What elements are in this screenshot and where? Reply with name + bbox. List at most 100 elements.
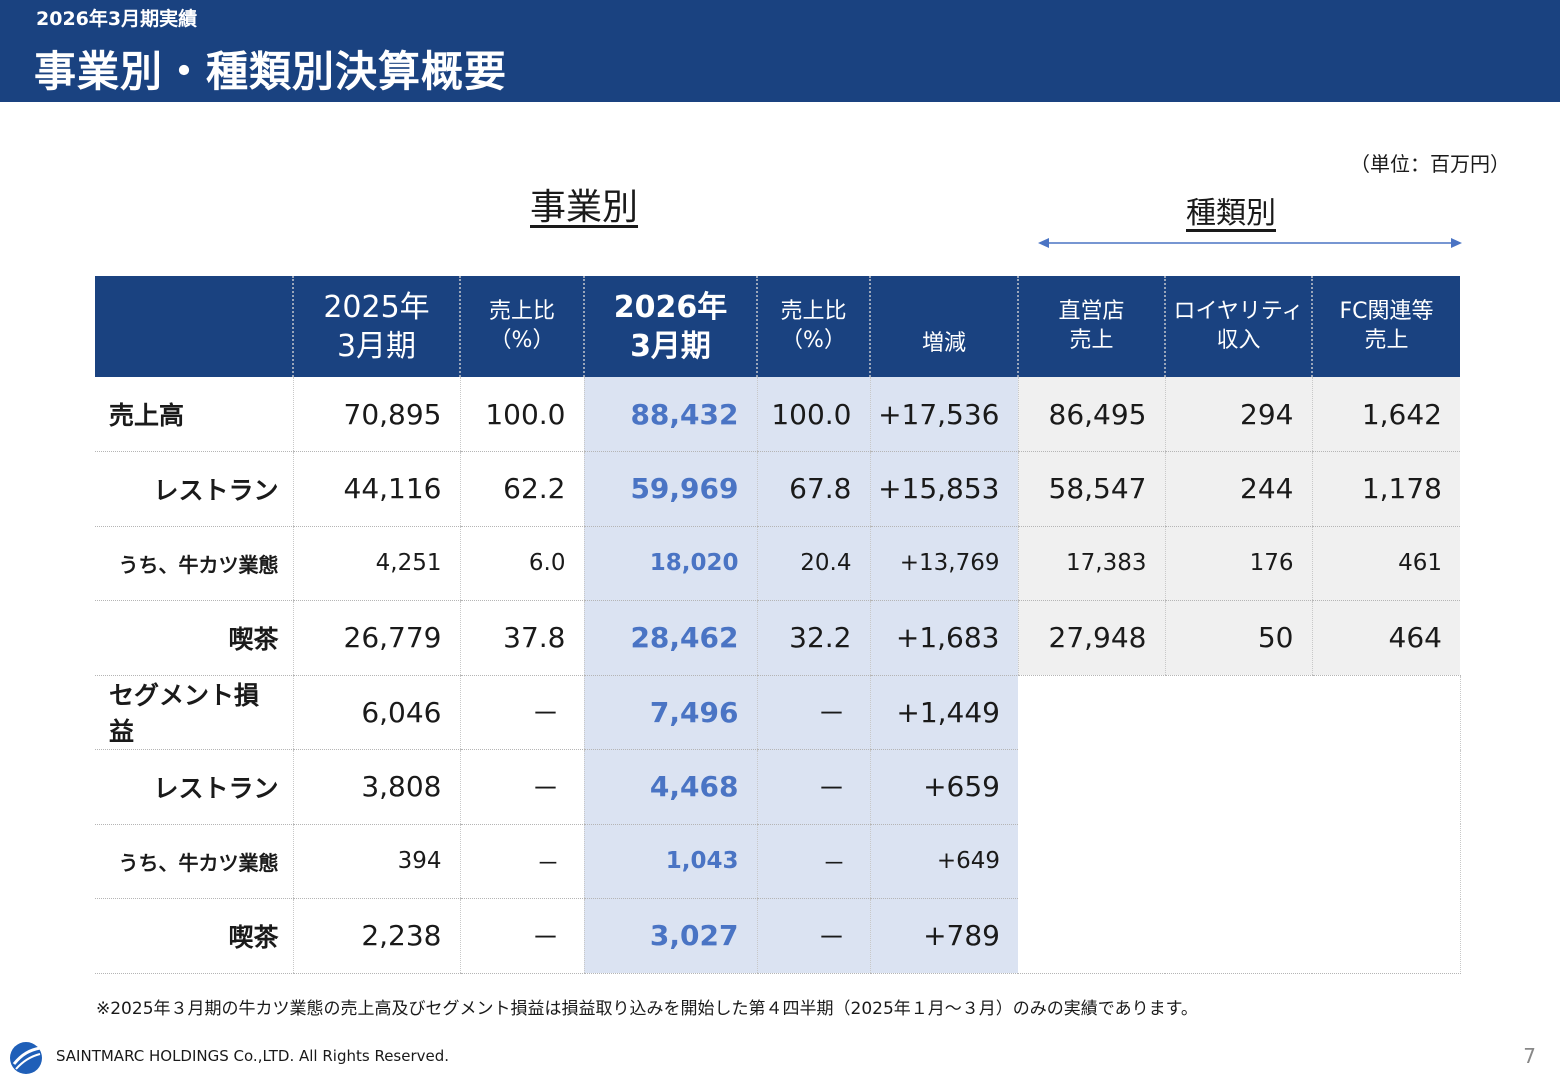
col-header-line: 収入 bbox=[1216, 327, 1261, 353]
header-bar: 2026年3月期実績 事業別・種類別決算概要 bbox=[0, 0, 1560, 102]
table-cell: 26,779 bbox=[292, 600, 460, 676]
unit-label: （単位：百万円） bbox=[1350, 152, 1510, 176]
col-header-line: ロイヤリティ bbox=[1173, 298, 1304, 324]
table-cell: +13,769 bbox=[869, 526, 1018, 601]
table-cell: +1,449 bbox=[869, 675, 1018, 750]
table-cell: 1,642 bbox=[1311, 377, 1460, 452]
row-label: 売上高 bbox=[95, 377, 293, 452]
financial-summary-table: 2025年 3月期 売上比 （%） 2026年 3月期 売上比 （%） 増減 直営店 売上… bbox=[95, 276, 1461, 974]
col-header-ratio-2026: 売上比 （%） bbox=[756, 276, 870, 377]
empty-cell bbox=[1018, 824, 1165, 899]
col-header-royalty: ロイヤリティ 収入 bbox=[1164, 276, 1312, 377]
empty-cell bbox=[1018, 750, 1165, 825]
col-header-change: 増減 bbox=[869, 276, 1018, 377]
table-cell: 4,468 bbox=[583, 749, 757, 825]
table-cell: － bbox=[459, 824, 584, 899]
table-cell: 37.8 bbox=[459, 600, 584, 676]
table-cell: +15,853 bbox=[869, 451, 1018, 527]
table-cell: 44,116 bbox=[292, 451, 460, 527]
section-business-label: 事業別 bbox=[530, 187, 639, 228]
col-header-line: 売上 bbox=[1364, 327, 1409, 353]
table-cell: 6.0 bbox=[459, 526, 584, 601]
col-header-line: 2025年 bbox=[323, 289, 430, 325]
table-row: うち、牛カツ業態 4,251 6.0 18,020 20.4 +13,769 17,383 1… bbox=[95, 526, 1460, 601]
table-cell: 59,969 bbox=[583, 451, 757, 527]
row-label: セグメント損益 bbox=[95, 675, 293, 750]
table-cell: 2,238 bbox=[292, 898, 460, 974]
row-label: 喫茶 bbox=[95, 600, 293, 676]
row-label: うち、牛カツ業態 bbox=[95, 824, 293, 899]
col-header-line: 2026年 bbox=[613, 289, 728, 325]
page-title: 事業別・種類別決算概要 bbox=[34, 47, 508, 96]
empty-cell bbox=[1165, 898, 1312, 974]
col-header-line: 売上比 bbox=[780, 298, 847, 324]
table-cell: 70,895 bbox=[292, 377, 460, 452]
table-cell: 1,043 bbox=[583, 824, 757, 899]
table-cell: 1,178 bbox=[1311, 451, 1460, 527]
table-cell: 20.4 bbox=[756, 526, 870, 601]
footnote: ※2025年３月期の牛カツ業態の売上高及びセグメント損益は損益取り込みを開始した… bbox=[96, 999, 1198, 1019]
header-subtitle: 2026年3月期実績 bbox=[36, 8, 198, 30]
copyright-footer: SAINTMARC HOLDINGS Co.,LTD. All Rights R… bbox=[56, 1047, 450, 1065]
col-header-fy2026: 2026年 3月期 bbox=[583, 276, 757, 377]
table-row: レストラン 44,116 62.2 59,969 67.8 +15,853 58,547 24… bbox=[95, 451, 1460, 527]
table-cell: 62.2 bbox=[459, 451, 584, 527]
empty-cell bbox=[1312, 675, 1461, 750]
table-cell: 3,808 bbox=[292, 749, 460, 825]
table-cell: － bbox=[756, 898, 870, 974]
row-label: 喫茶 bbox=[95, 898, 293, 974]
table-cell: － bbox=[459, 898, 584, 974]
table-cell: 58,547 bbox=[1017, 451, 1165, 527]
table-cell: 50 bbox=[1164, 600, 1312, 676]
table-row: うち、牛カツ業態 394 － 1,043 － +649 bbox=[95, 824, 1461, 899]
table-header-row: 2025年 3月期 売上比 （%） 2026年 3月期 売上比 （%） 増減 直営店 売上… bbox=[95, 276, 1460, 377]
table-cell: 461 bbox=[1311, 526, 1460, 601]
col-header-line: （%） bbox=[781, 327, 846, 353]
table-cell: － bbox=[756, 675, 870, 750]
empty-cell bbox=[1018, 898, 1165, 974]
table-cell: 464 bbox=[1311, 600, 1460, 676]
row-label: レストラン bbox=[95, 451, 293, 527]
table-cell: +17,536 bbox=[869, 377, 1018, 452]
empty-cell bbox=[1018, 675, 1165, 750]
col-header-direct-sales: 直営店 売上 bbox=[1017, 276, 1165, 377]
table-cell: 3,027 bbox=[583, 898, 757, 974]
table-cell: 17,383 bbox=[1017, 526, 1165, 601]
table-cell: 27,948 bbox=[1017, 600, 1165, 676]
table-cell: － bbox=[459, 675, 584, 750]
col-header-line: （%） bbox=[489, 327, 555, 353]
table-cell: － bbox=[756, 824, 870, 899]
table-cell: 6,046 bbox=[292, 675, 460, 750]
col-header-line: 売上 bbox=[1069, 327, 1114, 353]
empty-cell bbox=[1165, 750, 1312, 825]
table-row: 喫茶 2,238 － 3,027 － +789 bbox=[95, 898, 1461, 974]
section-type-label: 種類別 bbox=[1186, 196, 1276, 231]
table-cell: 394 bbox=[292, 824, 460, 899]
table-row: セグメント損益 6,046 － 7,496 － +1,449 bbox=[95, 675, 1461, 750]
table-cell: 244 bbox=[1164, 451, 1312, 527]
table-cell: 28,462 bbox=[583, 600, 757, 676]
table-cell: 88,432 bbox=[583, 377, 757, 452]
col-header-line: 3月期 bbox=[336, 328, 417, 364]
table-row: 売上高 70,895 100.0 88,432 100.0 +17,536 86,495 29… bbox=[95, 377, 1460, 452]
table-cell: － bbox=[459, 749, 584, 825]
empty-cell bbox=[1312, 749, 1461, 824]
empty-cell bbox=[1165, 675, 1312, 750]
col-header-line: 売上比 bbox=[488, 298, 555, 324]
double-arrow-icon bbox=[1038, 238, 1462, 248]
col-header-label bbox=[95, 276, 293, 377]
table-row: レストラン 3,808 － 4,468 － +659 bbox=[95, 749, 1461, 825]
col-header-fy2025: 2025年 3月期 bbox=[292, 276, 460, 377]
table-cell: +649 bbox=[869, 824, 1018, 899]
row-label: うち、牛カツ業態 bbox=[95, 526, 293, 601]
table-cell: +1,683 bbox=[869, 600, 1018, 676]
table-cell: 100.0 bbox=[459, 377, 584, 452]
empty-cell bbox=[1165, 824, 1312, 899]
table-cell: 294 bbox=[1164, 377, 1312, 452]
col-header-ratio-2025: 売上比 （%） bbox=[459, 276, 584, 377]
col-header-line: 3月期 bbox=[630, 328, 711, 364]
table-cell: 176 bbox=[1164, 526, 1312, 601]
page-number: 7 bbox=[1523, 1044, 1536, 1068]
table-cell: 4,251 bbox=[292, 526, 460, 601]
col-header-line: FC関連等 bbox=[1339, 298, 1434, 324]
